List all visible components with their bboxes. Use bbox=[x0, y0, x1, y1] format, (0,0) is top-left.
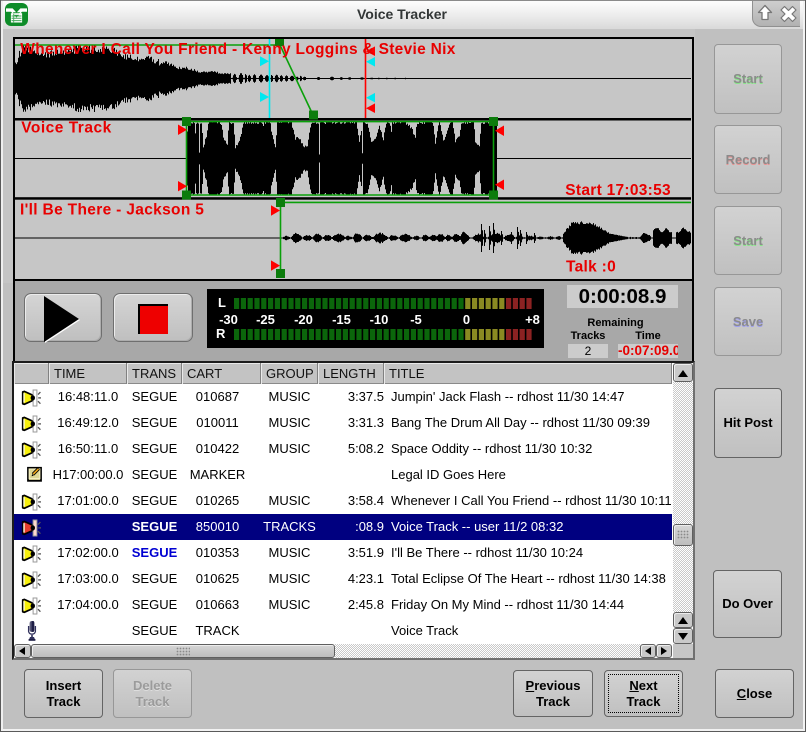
svg-text:I'll Be There - Jackson 5: I'll Be There - Jackson 5 bbox=[20, 202, 204, 219]
svg-text:Voice Track: Voice Track bbox=[21, 120, 112, 137]
svg-text:Start 17:03:53: Start 17:03:53 bbox=[565, 182, 671, 199]
svg-text:Talk :0: Talk :0 bbox=[566, 258, 616, 275]
svg-text:Whenever I Call You Friend - K: Whenever I Call You Friend - Kenny Loggi… bbox=[20, 41, 455, 58]
